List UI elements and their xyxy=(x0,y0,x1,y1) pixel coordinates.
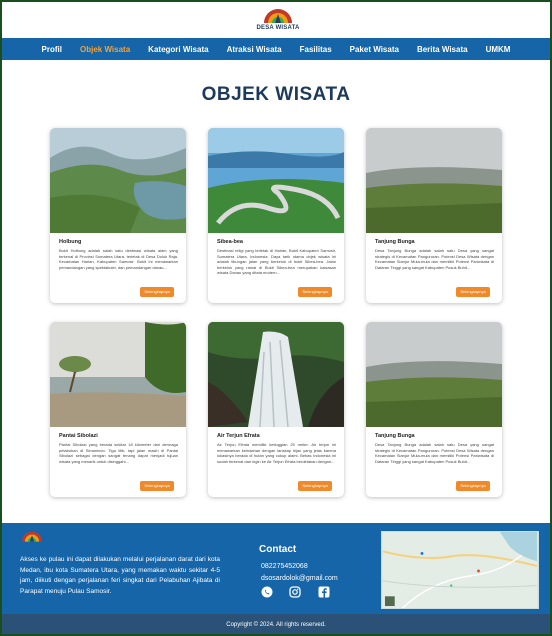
nav-item-profil[interactable]: Profil xyxy=(33,45,71,54)
card-image-sibea-bea xyxy=(208,128,344,233)
site-logo[interactable]: DESA WISATA xyxy=(254,6,302,36)
whatsapp-icon[interactable] xyxy=(261,586,273,598)
site-footer: Akses ke pulau ini dapat dilakukan melal… xyxy=(2,523,550,614)
nav-item-kategori-wisata[interactable]: Kategori Wisata xyxy=(139,45,217,54)
card-title: Air Terjun Efrata xyxy=(217,433,260,439)
card-text: Pantai Sibolazi yang berada sekitar 18 k… xyxy=(59,442,178,464)
card-title: Tanjung Bunga xyxy=(375,239,415,245)
card-tanjung-bunga: Tanjung Bunga Desa Tanjung Bunga adalah … xyxy=(366,128,502,303)
read-more-button[interactable]: Selengkapnya xyxy=(140,287,174,297)
card-text: Desa Tanjung Bunga adalah salah satu Des… xyxy=(375,248,494,270)
logo-text: DESA WISATA xyxy=(256,25,300,31)
nav-item-paket-wisata[interactable]: Paket Wisata xyxy=(341,45,408,54)
read-more-button[interactable]: Selengkapnya xyxy=(140,481,174,491)
card-title: Holbung xyxy=(59,239,82,245)
contact-phone[interactable]: 082275452068 xyxy=(261,563,308,570)
copyright-bar: Copyright © 2024. All rights reserved. xyxy=(2,614,550,634)
card-image-tanjung-bunga xyxy=(366,128,502,233)
site-header: DESA WISATA xyxy=(2,2,550,38)
read-more-button[interactable]: Selengkapnya xyxy=(298,287,332,297)
card-text: Desa Tanjung Bunga adalah salah satu Des… xyxy=(375,442,494,464)
nav-item-berita-wisata[interactable]: Berita Wisata xyxy=(408,45,477,54)
card-title: Pantai Sibolazi xyxy=(59,433,98,439)
card-image-holbung xyxy=(50,128,186,233)
facebook-icon[interactable] xyxy=(318,586,330,598)
logo-emblem-icon xyxy=(264,9,292,23)
read-more-button[interactable]: Selengkapnya xyxy=(456,481,490,491)
card-holbung: Holbung Bukit Holbung adalah salah satu … xyxy=(50,128,186,303)
card-text: Bukit Holbung adalah salah satu destinas… xyxy=(59,248,178,270)
card-tanjung-bunga-2: Tanjung Bunga Desa Tanjung Bunga adalah … xyxy=(366,322,502,497)
nav-item-fasilitas[interactable]: Fasilitas xyxy=(291,45,341,54)
main-nav: Profil Objek Wisata Kategori Wisata Atra… xyxy=(2,38,550,60)
card-text: Destinasi religi yang terletak di Harian… xyxy=(217,248,336,276)
card-title: Sibea-bea xyxy=(217,239,243,245)
instagram-icon[interactable] xyxy=(289,586,301,598)
read-more-button[interactable]: Selengkapnya xyxy=(456,287,490,297)
nav-item-atraksi-wisata[interactable]: Atraksi Wisata xyxy=(218,45,291,54)
location-map[interactable] xyxy=(381,531,539,609)
main-content: OBJEK WISATA Holbung Bukit Holbung adala… xyxy=(2,60,550,525)
card-air-terjun-efrata: Air Terjun Efrata Air Terjun Efrata memi… xyxy=(208,322,344,497)
page-title: OBJEK WISATA xyxy=(201,84,351,105)
card-image-pantai-sibolazi xyxy=(50,322,186,427)
page-frame: DESA WISATA Profil Objek Wisata Kategori… xyxy=(2,2,550,634)
nav-item-objek-wisata[interactable]: Objek Wisata xyxy=(71,45,139,54)
card-image-tanjung-bunga-2 xyxy=(366,322,502,427)
nav-item-umkm[interactable]: UMKM xyxy=(477,45,520,54)
read-more-button[interactable]: Selengkapnya xyxy=(298,481,332,491)
footer-logo-icon xyxy=(22,531,42,542)
card-title: Tanjung Bunga xyxy=(375,433,415,439)
contact-email[interactable]: dsosardolok@gmail.com xyxy=(261,575,338,582)
footer-description: Akses ke pulau ini dapat dilakukan melal… xyxy=(20,556,220,595)
card-pantai-sibolazi: Pantai Sibolazi Pantai Sibolazi yang ber… xyxy=(50,322,186,497)
card-image-air-terjun-efrata xyxy=(208,322,344,427)
contact-title: Contact xyxy=(259,544,297,555)
card-sibea-bea: Sibea-bea Destinasi religi yang terletak… xyxy=(208,128,344,303)
card-text: Air Terjun Efrata memiliki ketinggian 25… xyxy=(217,442,336,464)
